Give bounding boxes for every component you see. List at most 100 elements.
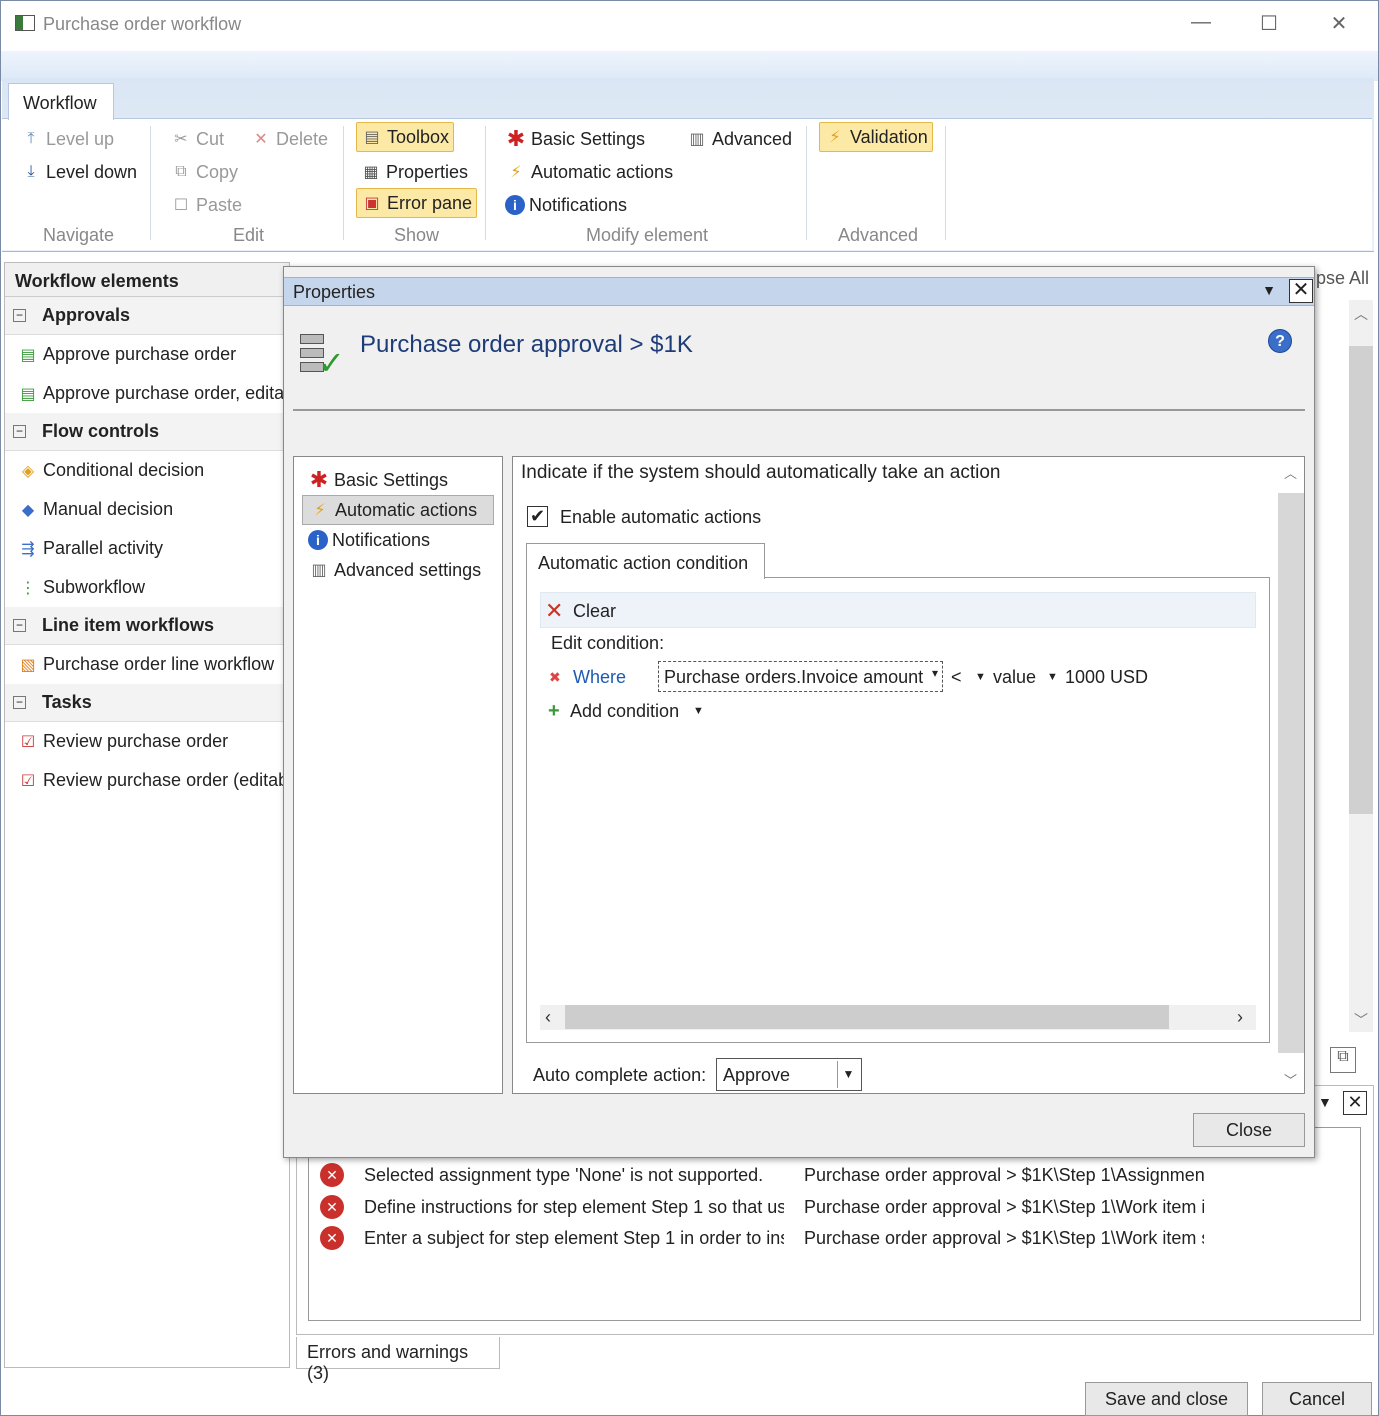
error-row[interactable]: ✕ Selected assignment type 'None' is not … (320, 1160, 1204, 1190)
collapse-icon: − (13, 619, 26, 632)
task-icon: ☑ (20, 733, 36, 751)
scroll-right-icon[interactable]: › (1237, 1007, 1243, 1028)
paste-icon: ☐ (173, 197, 189, 214)
auto-complete-action-select[interactable]: Approve ▼ (716, 1058, 862, 1091)
group-show: Show (394, 225, 440, 245)
copy-icon: ⧉ (175, 163, 187, 180)
nav-basic-settings[interactable]: ✱ Basic Settings (302, 465, 494, 495)
restore-pane-icon[interactable]: ⧉ (1330, 1047, 1356, 1073)
element-review-purchase-order[interactable]: ☑ Review purchase order (5, 722, 289, 761)
error-icon: ✕ (320, 1163, 344, 1187)
level-down-button[interactable]: ⤓ Level down (16, 157, 141, 187)
validation-button[interactable]: ⚡ Validation (819, 122, 933, 152)
toolbox-button[interactable]: ▤ Toolbox (356, 122, 455, 152)
clear-button[interactable] (540, 592, 1256, 628)
dropdown-arrow-icon[interactable]: ▼ (693, 705, 704, 717)
save-and-close-button[interactable]: Save and close (1085, 1382, 1248, 1416)
element-approve-purchase-order[interactable]: ▤ Approve purchase order (5, 335, 289, 374)
level-up-icon: ⤒ (27, 130, 35, 147)
maximize-button[interactable]: ☐ (1249, 11, 1289, 36)
dialog-title: Properties (284, 277, 1314, 306)
error-pane-button[interactable]: ▣ Error pane (356, 188, 478, 218)
element-parallel-activity[interactable]: ⇶ Parallel activity (5, 529, 289, 568)
remove-condition-icon[interactable]: ✖ (549, 669, 561, 686)
section-flow-controls[interactable]: − Flow controls (5, 413, 289, 451)
nav-notifications[interactable]: i Notifications (302, 525, 494, 555)
add-condition-button[interactable]: Add condition (570, 701, 679, 722)
level-up-button[interactable]: ⤒ Level up (16, 124, 118, 154)
dialog-dropdown-icon[interactable]: ▼ (1252, 277, 1286, 304)
operator-select[interactable]: < (951, 667, 962, 688)
basic-settings-button[interactable]: ✱ Basic Settings (501, 124, 649, 154)
edit-condition-label: Edit condition: (551, 633, 665, 653)
minimize-button[interactable]: — (1181, 11, 1221, 34)
section-line-item-workflows[interactable]: − Line item workflows (5, 607, 289, 645)
condition-value[interactable]: 1000 USD (1065, 667, 1148, 688)
element-purchase-order-line-workflow[interactable]: ▧ Purchase order line workflow (5, 645, 289, 684)
scroll-up-icon[interactable]: ︿ (1354, 304, 1368, 324)
dropdown-arrow-icon: ▾ (931, 666, 938, 680)
close-error-pane-icon[interactable]: ✕ (1343, 1091, 1367, 1115)
where-link[interactable]: Where (573, 667, 626, 688)
section-tasks[interactable]: − Tasks (5, 684, 289, 722)
dropdown-arrow-icon: ▼ (837, 1061, 859, 1088)
group-navigate: Navigate (43, 225, 115, 245)
help-icon[interactable]: ? (1268, 329, 1292, 353)
asterisk-icon: ✱ (309, 467, 329, 492)
element-subworkflow[interactable]: ⋮ Subworkflow (5, 568, 289, 607)
line-workflow-icon: ▧ (20, 656, 36, 674)
close-window-button[interactable]: ✕ (1319, 11, 1359, 36)
pane-dropdown-icon[interactable]: ▼ (1318, 1094, 1332, 1110)
element-conditional-decision[interactable]: ◈ Conditional decision (5, 451, 289, 490)
panel-title: Workflow elements (5, 263, 289, 297)
ribbon-separator (485, 126, 486, 240)
collapse-icon: − (13, 425, 26, 438)
paste-button[interactable]: ☐ Paste (166, 190, 246, 220)
element-manual-decision[interactable]: ◆ Manual decision (5, 490, 289, 529)
notifications-button[interactable]: i Notifications (501, 190, 631, 220)
group-edit: Edit (233, 225, 265, 245)
nav-advanced-settings[interactable]: ▥ Advanced settings (302, 555, 494, 585)
error-row[interactable]: ✕ Define instructions for step element St… (320, 1192, 1204, 1222)
condition-field-select[interactable]: Purchase orders.Invoice amount ▾ (658, 661, 943, 692)
error-icon: ✕ (320, 1226, 344, 1250)
info-icon: i (308, 530, 328, 550)
clear-icon[interactable]: ✕ (545, 598, 563, 624)
content-scrollbar[interactable] (1278, 493, 1304, 1053)
cancel-button[interactable]: Cancel (1262, 1382, 1372, 1416)
scroll-down-icon[interactable]: ﹀ (1284, 1070, 1297, 1089)
close-dialog-icon[interactable]: ✕ (1289, 279, 1313, 303)
element-review-purchase-order-editable[interactable]: ☑ Review purchase order (editab (5, 761, 289, 800)
close-button[interactable]: Close (1193, 1113, 1305, 1147)
collapse-all-link[interactable]: pse All (1316, 268, 1369, 289)
add-icon[interactable]: + (548, 700, 560, 723)
enable-automatic-actions-checkbox[interactable]: ✔ (527, 506, 548, 527)
scroll-up-icon[interactable]: ︿ (1284, 463, 1297, 482)
app-icon (15, 15, 35, 31)
scissors-icon: ✂ (174, 131, 188, 148)
properties-button[interactable]: ▦ Properties (356, 157, 472, 187)
cut-button[interactable]: ✂ Cut (166, 124, 228, 154)
dropdown-arrow-icon[interactable]: ▼ (975, 671, 986, 683)
group-modify-element: Modify element (586, 225, 709, 245)
element-approve-purchase-order-editable[interactable]: ▤ Approve purchase order, edita (5, 374, 289, 413)
scroll-left-icon[interactable]: ‹ (545, 1007, 551, 1028)
delete-button[interactable]: ✕ Delete (246, 124, 332, 154)
approval-element-icon: ✓ (298, 332, 345, 381)
advanced-button[interactable]: ▥ Advanced (682, 124, 796, 154)
copy-button[interactable]: ⧉ Copy (166, 157, 242, 187)
automatic-actions-button[interactable]: ⚡ Automatic actions (501, 157, 677, 187)
section-approvals[interactable]: − Approvals (5, 297, 289, 335)
tab-automatic-action-condition[interactable]: Automatic action condition (526, 543, 765, 579)
clear-label[interactable]: Clear (573, 601, 616, 622)
tab-errors-and-warnings[interactable]: Errors and warnings (3) (296, 1337, 500, 1383)
tab-workflow[interactable]: Workflow (8, 83, 114, 120)
dropdown-arrow-icon[interactable]: ▼ (1047, 671, 1058, 683)
nav-automatic-actions[interactable]: ⚡ Automatic actions (302, 495, 494, 525)
error-row[interactable]: ✕ Enter a subject for step element Step 1… (320, 1223, 1204, 1253)
scroll-down-icon[interactable]: ﹀ (1354, 1010, 1368, 1030)
value-type-select[interactable]: value (993, 667, 1036, 688)
canvas-scroll-thumb[interactable] (1349, 346, 1373, 814)
condition-hscroll-thumb[interactable] (565, 1005, 1169, 1029)
advanced-icon: ▥ (689, 131, 705, 148)
